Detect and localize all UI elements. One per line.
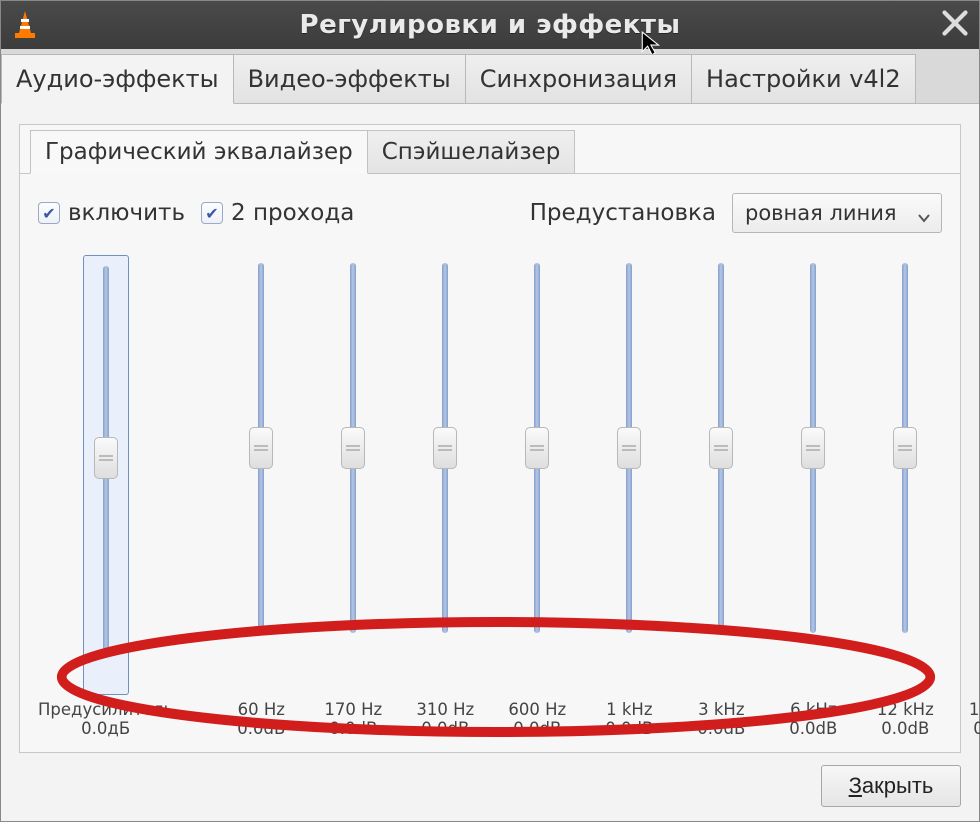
two-pass-label: 2 прохода <box>231 200 354 226</box>
checkmark-icon: ✔ <box>201 202 223 224</box>
enable-checkbox[interactable]: ✔ включить <box>38 200 185 226</box>
titlebar[interactable]: Регулировки и эффекты <box>1 1 979 49</box>
two-pass-checkbox[interactable]: ✔ 2 прохода <box>201 200 354 226</box>
band-label: 12 kHz0.0dB <box>877 701 934 738</box>
tab-graphic-equalizer[interactable]: Графический эквалайзер <box>30 130 368 174</box>
vlc-cone-icon <box>9 9 41 41</box>
sub-tab-bar: Графический эквалайзер Спэйшелайзер <box>20 125 960 174</box>
band-slider-column: 12 kHz0.0dB <box>869 255 941 738</box>
band-slider-column: 60 Hz0.0dB <box>225 255 297 738</box>
chevron-down-icon <box>917 206 931 220</box>
preamp-slider[interactable] <box>83 255 129 695</box>
band-slider[interactable] <box>685 255 757 695</box>
preset-value: ровная линия <box>745 201 897 225</box>
preamp-label: Предусилитель0.0дБ <box>38 701 173 738</box>
band-label: 14 kHz0.0dB <box>969 701 980 738</box>
tab-label: Спэйшелайзер <box>382 139 561 165</box>
tab-synchronization[interactable]: Синхронизация <box>465 54 692 104</box>
preamp-slider-column: Предусилитель0.0дБ <box>38 255 173 738</box>
band-slider[interactable] <box>501 255 573 695</box>
tab-spatializer[interactable]: Спэйшелайзер <box>367 130 576 174</box>
slider-thumb[interactable] <box>617 427 641 469</box>
band-slider-column: 600 Hz0.0dB <box>501 255 573 738</box>
close-label-rest: акрыть <box>862 773 933 798</box>
equalizer-sliders: Предусилитель0.0дБ 60 Hz0.0dB 170 Hz0.0dB… <box>38 251 942 738</box>
band-label: 600 Hz0.0dB <box>508 701 566 738</box>
band-slider[interactable] <box>317 255 389 695</box>
window-frame: Регулировки и эффекты Аудио-эффекты Виде… <box>0 0 980 822</box>
equalizer-pane: ✔ включить ✔ 2 прохода Предустановка ров… <box>20 173 960 752</box>
tab-video-effects[interactable]: Видео-эффекты <box>233 54 466 104</box>
content-area: Графический эквалайзер Спэйшелайзер ✔ вк… <box>1 104 979 821</box>
band-slider[interactable] <box>961 255 980 695</box>
band-slider[interactable] <box>225 255 297 695</box>
band-slider-column: 6 kHz0.0dB <box>777 255 849 738</box>
band-label: 3 kHz0.0dB <box>697 701 745 738</box>
window-title: Регулировки и эффекты <box>1 10 979 40</box>
band-slider[interactable] <box>593 255 665 695</box>
close-mnemonic: З <box>849 773 862 798</box>
audio-effects-panel: Графический эквалайзер Спэйшелайзер ✔ вк… <box>19 124 961 753</box>
slider-thumb[interactable] <box>249 427 273 469</box>
dialog-footer: Закрыть <box>19 753 961 809</box>
band-slider-column: 170 Hz0.0dB <box>317 255 389 738</box>
tab-label: Аудио-эффекты <box>16 65 219 93</box>
tab-label: Видео-эффекты <box>248 65 451 93</box>
tab-label: Синхронизация <box>480 65 677 93</box>
tab-label: Графический эквалайзер <box>45 139 353 165</box>
main-tab-bar: Аудио-эффекты Видео-эффекты Синхронизаци… <box>1 49 979 104</box>
close-button[interactable]: Закрыть <box>821 765 961 807</box>
band-slider[interactable] <box>409 255 481 695</box>
band-slider[interactable] <box>777 255 849 695</box>
slider-thumb[interactable] <box>433 427 457 469</box>
slider-thumb[interactable] <box>94 437 118 479</box>
preset-dropdown[interactable]: ровная линия <box>732 193 942 233</box>
band-slider-column: 3 kHz0.0dB <box>685 255 757 738</box>
band-label: 60 Hz0.0dB <box>237 701 285 738</box>
slider-thumb[interactable] <box>893 427 917 469</box>
window-close-button[interactable] <box>941 9 969 37</box>
band-slider-column: 14 kHz0.0dB <box>961 255 980 738</box>
slider-thumb[interactable] <box>709 427 733 469</box>
tab-audio-effects[interactable]: Аудио-эффекты <box>1 54 234 104</box>
slider-thumb[interactable] <box>341 427 365 469</box>
band-label: 6 kHz0.0dB <box>789 701 837 738</box>
enable-label: включить <box>68 200 185 226</box>
checkmark-icon: ✔ <box>38 202 60 224</box>
preset-label: Предустановка <box>530 200 716 226</box>
tab-v4l2-settings[interactable]: Настройки v4l2 <box>691 54 916 104</box>
slider-thumb[interactable] <box>801 427 825 469</box>
band-label: 310 Hz0.0dB <box>416 701 474 738</box>
band-label: 170 Hz0.0dB <box>324 701 382 738</box>
band-label: 1 kHz0.0dB <box>605 701 653 738</box>
tab-label: Настройки v4l2 <box>706 65 901 93</box>
equalizer-controls-row: ✔ включить ✔ 2 прохода Предустановка ров… <box>38 193 942 233</box>
band-slider[interactable] <box>869 255 941 695</box>
slider-thumb[interactable] <box>525 427 549 469</box>
band-slider-column: 1 kHz0.0dB <box>593 255 665 738</box>
band-slider-column: 310 Hz0.0dB <box>409 255 481 738</box>
